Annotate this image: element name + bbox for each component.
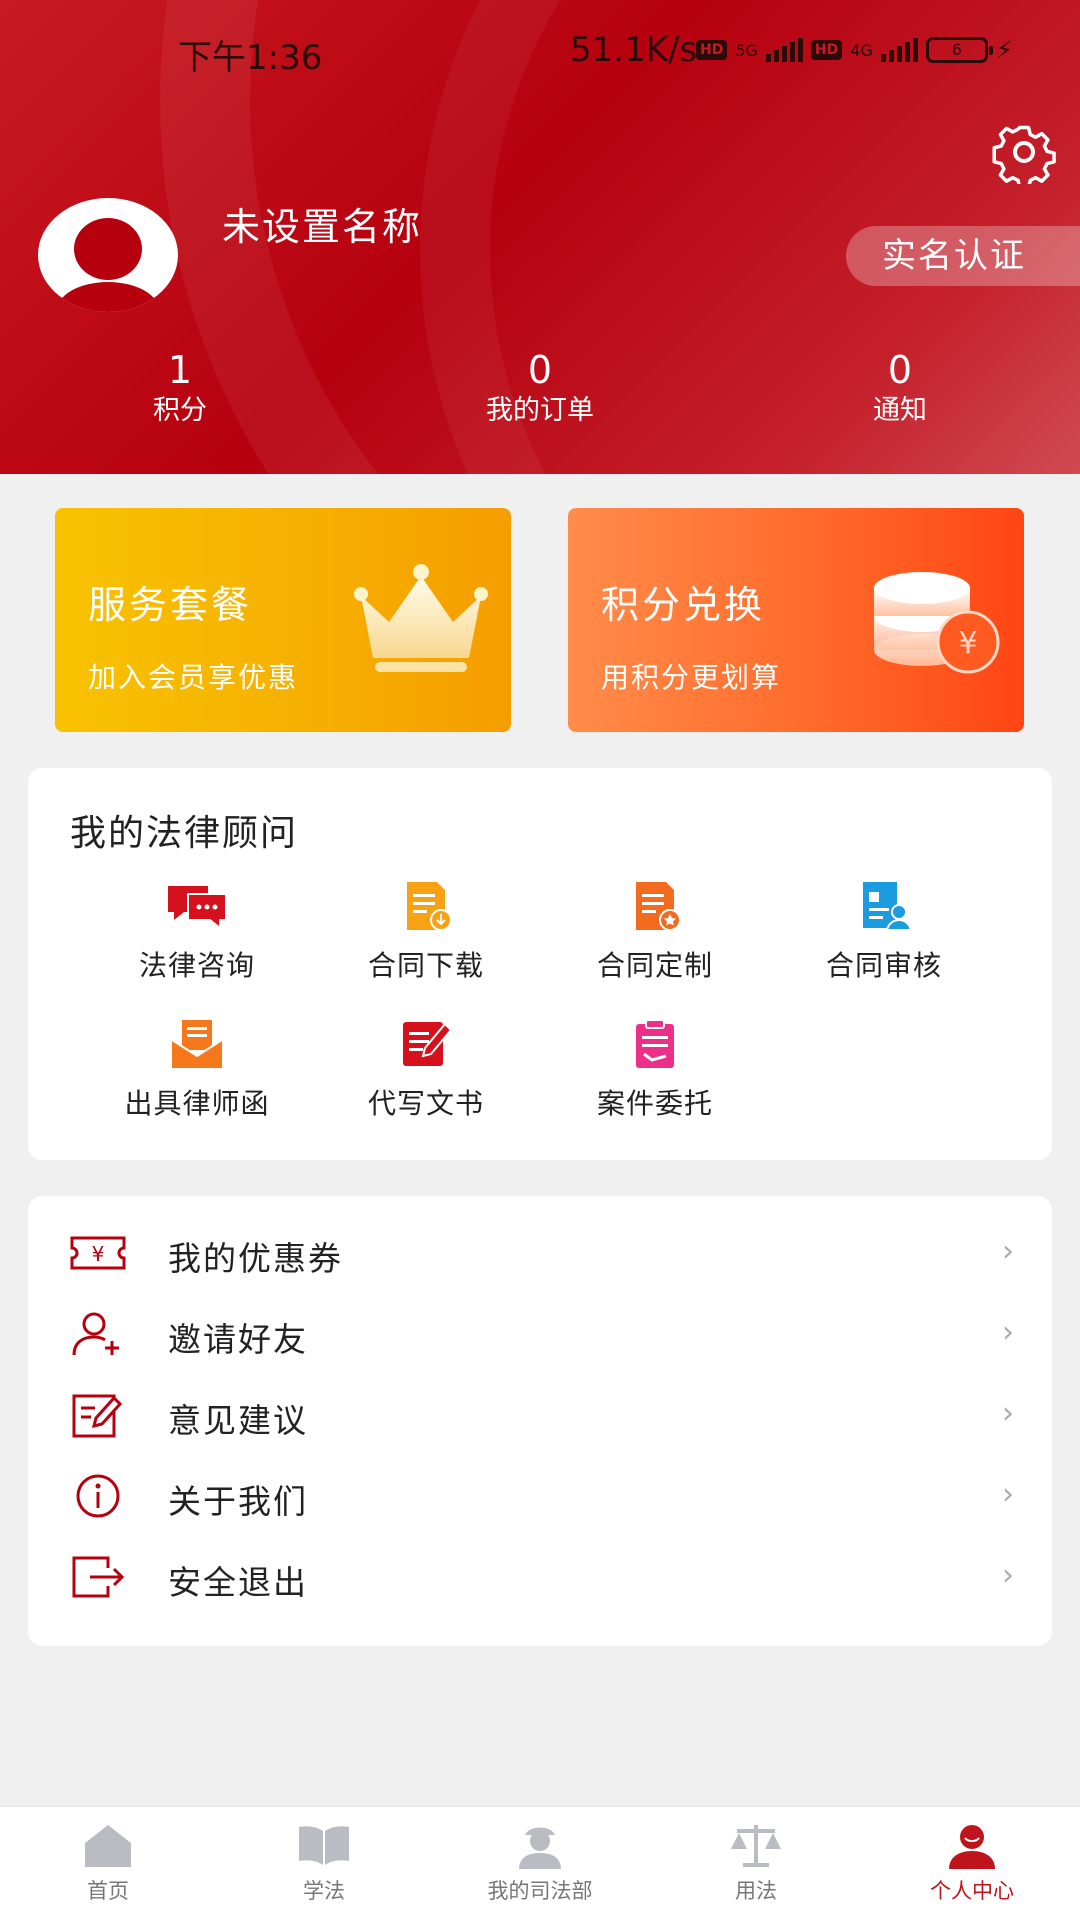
custom-doc-icon [636, 882, 681, 931]
service-label: 合同下载 [367, 949, 484, 982]
stat-points[interactable]: 1 积分 [80, 346, 280, 428]
status-bar: 下午1:36 51.1K/s HD 5G HD 4G 6 ⚡ [0, 0, 1080, 100]
signal-icon [880, 38, 918, 62]
service-label: 合同审核 [825, 949, 942, 982]
service-contract-download[interactable]: 合同下载 [312, 880, 540, 992]
menu-item-invite[interactable]: 邀请好友 › [28, 1293, 1052, 1374]
clipboard-icon [636, 1019, 674, 1068]
tab-use-law[interactable]: 用法 [648, 1807, 864, 1920]
menu-label: 意见建议 [168, 1401, 308, 1440]
legal-advisor-card: 我的法律顾问 法律咨询 合同下载 合同定制 合同审核 出具律师函 代写文书 案件… [28, 768, 1052, 1160]
points-exchange-card[interactable]: 积分兑换 用积分更划算 ¥ [568, 508, 1024, 732]
network-speed: 51.1K/s [570, 30, 698, 70]
service-case-entrust[interactable]: 案件委托 [541, 1018, 769, 1130]
download-doc-icon [407, 882, 452, 931]
info-icon [76, 1474, 120, 1518]
person-icon [949, 1825, 995, 1869]
hd-badge: HD [810, 40, 843, 60]
gear-icon [992, 125, 1056, 190]
scales-icon [731, 1825, 781, 1867]
stat-label: 通知 [873, 395, 927, 426]
profile-header: 下午1:36 51.1K/s HD 5G HD 4G 6 ⚡ 未设置名称 实名认… [0, 0, 1080, 474]
chat-icon [168, 886, 227, 931]
service-label: 出具律师函 [124, 1087, 270, 1120]
stat-orders[interactable]: 0 我的订单 [440, 346, 640, 428]
charging-icon: ⚡ [995, 36, 1013, 64]
service-document-writing[interactable]: 代写文书 [312, 1018, 540, 1130]
stat-value: 0 [527, 348, 553, 392]
svg-text:¥: ¥ [958, 626, 977, 661]
book-icon [299, 1826, 349, 1865]
promo-subtitle: 用积分更划算 [601, 661, 782, 694]
service-label: 合同定制 [596, 949, 713, 982]
section-title: 我的法律顾问 [70, 813, 299, 854]
tab-label: 用法 [735, 1879, 777, 1903]
service-lawyer-letter[interactable]: 出具律师函 [83, 1018, 311, 1130]
tab-label: 个人中心 [930, 1879, 1014, 1903]
promo-title: 服务套餐 [88, 583, 253, 627]
crown-icon [354, 564, 488, 672]
service-label: 代写文书 [367, 1087, 484, 1120]
chevron-right-icon: › [1002, 1396, 1014, 1431]
tab-label: 我的司法部 [487, 1879, 593, 1903]
tab-profile[interactable]: 个人中心 [864, 1807, 1080, 1920]
avatar[interactable] [38, 198, 178, 312]
chevron-right-icon: › [1002, 1477, 1014, 1512]
home-icon [85, 1825, 131, 1867]
signal-icon [765, 38, 803, 62]
officer-icon [519, 1827, 561, 1869]
logout-icon [72, 1556, 125, 1598]
coupon-icon: ¥ [70, 1236, 126, 1270]
menu-label: 安全退出 [168, 1563, 308, 1602]
chevron-right-icon: › [1002, 1558, 1014, 1593]
tab-learn-law[interactable]: 学法 [216, 1807, 432, 1920]
stat-label: 积分 [153, 395, 207, 426]
service-contract-review[interactable]: 合同审核 [770, 880, 998, 992]
verify-identity-button[interactable]: 实名认证 [846, 226, 1080, 286]
stat-value: 0 [887, 348, 913, 392]
tab-label: 学法 [303, 1879, 345, 1903]
menu-label: 关于我们 [168, 1482, 308, 1521]
signal-5g-label: 5G [735, 40, 758, 60]
stat-label: 我的订单 [486, 395, 594, 426]
write-icon [403, 1022, 453, 1066]
service-package-card[interactable]: 服务套餐 加入会员享优惠 [55, 508, 511, 732]
bottom-tab-bar: 首页 学法 我的司法部 用法 个人中心 [0, 1806, 1080, 1920]
stat-notifications[interactable]: 0 通知 [800, 346, 1000, 428]
menu-label: 我的优惠券 [168, 1239, 343, 1278]
service-label: 案件委托 [596, 1087, 713, 1120]
promo-title: 积分兑换 [601, 583, 766, 627]
status-time: 下午1:36 [178, 38, 323, 78]
signal-4g-label: 4G [850, 40, 873, 60]
hd-badge: HD [696, 40, 728, 60]
promo-subtitle: 加入会员享优惠 [88, 661, 299, 694]
menu-item-about[interactable]: 关于我们 › [28, 1455, 1052, 1536]
service-label: 法律咨询 [138, 949, 255, 982]
status-icons: HD 5G HD 4G 6 ⚡ [696, 32, 1013, 68]
chevron-right-icon: › [1002, 1315, 1014, 1350]
add-user-icon [72, 1312, 119, 1356]
svg-text:¥: ¥ [92, 1242, 105, 1266]
feedback-icon [72, 1394, 123, 1438]
tab-label: 首页 [87, 1879, 129, 1903]
battery-icon: 6 [925, 37, 993, 63]
tab-home[interactable]: 首页 [0, 1807, 216, 1920]
menu-item-feedback[interactable]: 意见建议 › [28, 1374, 1052, 1455]
tab-justice-department[interactable]: 我的司法部 [432, 1807, 648, 1920]
settings-menu: ¥ 我的优惠券 › 邀请好友 › 意见建议 › 关于我们 › 安全退出 › [28, 1196, 1052, 1646]
service-legal-consult[interactable]: 法律咨询 [83, 880, 311, 992]
menu-item-logout[interactable]: 安全退出 › [28, 1536, 1052, 1617]
stat-value: 1 [167, 348, 193, 392]
menu-label: 邀请好友 [168, 1320, 308, 1359]
review-doc-icon [863, 882, 913, 931]
menu-item-coupons[interactable]: ¥ 我的优惠券 › [28, 1212, 1052, 1293]
service-contract-custom[interactable]: 合同定制 [541, 880, 769, 992]
coins-icon: ¥ [874, 572, 1000, 674]
chevron-right-icon: › [1002, 1234, 1014, 1269]
user-name[interactable]: 未设置名称 [222, 196, 422, 251]
letter-icon [171, 1020, 223, 1068]
settings-button[interactable] [992, 120, 1056, 190]
